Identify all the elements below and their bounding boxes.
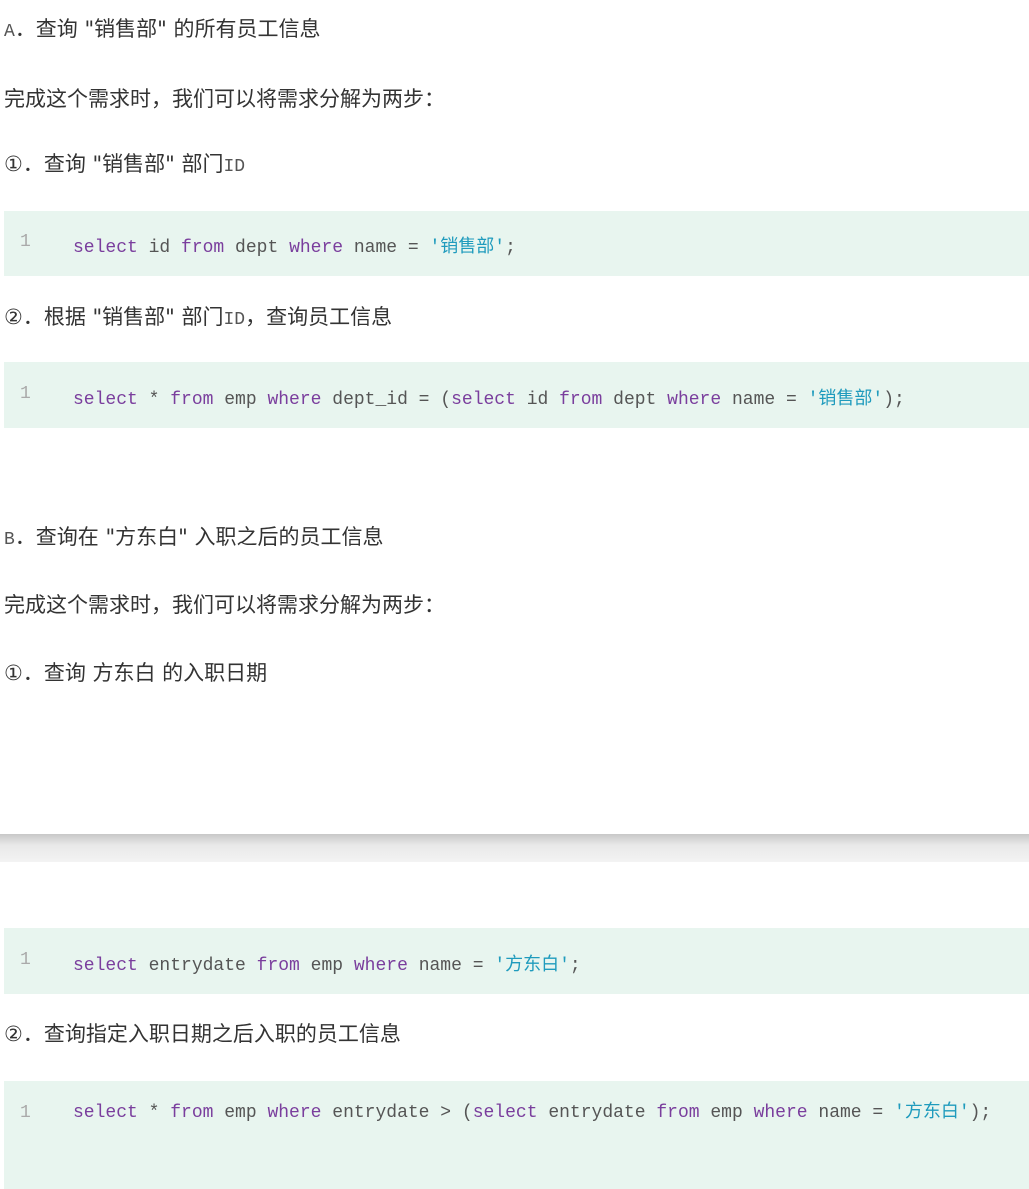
section-a-step2-text: ②．根据 "销售部" 部门 [4, 305, 224, 329]
kw-from: from [656, 1103, 700, 1123]
code-text: name = [807, 1103, 895, 1123]
code-text: emp [299, 956, 354, 976]
line-number: 1 [20, 1103, 31, 1123]
code-line: select id from dept where name = '销售部'; [73, 232, 1013, 258]
code-text: ); [969, 1103, 992, 1123]
kw-where: where [353, 956, 408, 976]
code-text: entrydate [137, 956, 257, 976]
code-text: entrydate [537, 1103, 657, 1123]
section-a-intro: 完成这个需求时，我们可以将需求分解为两步： [4, 87, 445, 111]
kw-select: select [451, 390, 516, 410]
section-b-label: B [4, 530, 15, 550]
section-a-step2-id: ID [223, 310, 246, 330]
section-a-step2: ②．根据 "销售部" 部门ID，查询员工信息 [4, 302, 392, 335]
code-string: '销售部' [807, 390, 884, 410]
line-number: 1 [20, 384, 31, 404]
code-line: select entrydate from emp where name = '… [73, 950, 1013, 976]
section-b-title: ．查询在 "方东白" 入职之后的员工信息 [14, 525, 384, 549]
code-text: name = [343, 238, 430, 258]
code-text: id [515, 390, 560, 410]
section-b-intro: 完成这个需求时，我们可以将需求分解为两步： [4, 593, 445, 617]
kw-select: select [73, 238, 138, 258]
code-text: dept_id = ( [321, 390, 452, 410]
code-block-b1: 1 select entrydate from emp where name =… [4, 928, 1029, 994]
section-a-label: A [4, 22, 15, 42]
code-text: * [137, 390, 171, 410]
kw-where: where [267, 1103, 322, 1123]
code-text: name = [407, 956, 495, 976]
code-text: id [137, 238, 182, 258]
kw-where: where [289, 238, 344, 258]
section-a-title: ．查询 "销售部" 的所有员工信息 [14, 17, 321, 41]
section-b-step1: ①．查询 方东白 的入职日期 [4, 661, 268, 685]
line-number: 1 [20, 232, 31, 252]
code-text: ); [883, 390, 905, 410]
kw-where: where [667, 390, 722, 410]
code-string: '方东白' [494, 956, 570, 976]
code-text: entrydate > ( [321, 1103, 473, 1123]
code-text: ; [569, 956, 581, 976]
kw-select: select [73, 1103, 138, 1123]
code-line: select * from emp where dept_id = (selec… [73, 384, 1013, 410]
kw-from: from [256, 956, 300, 976]
section-a-step2-tail: ，查询员工信息 [245, 305, 393, 329]
section-a-step1-suffix: ID [223, 157, 246, 177]
code-text: ; [505, 238, 516, 258]
kw-from: from [559, 390, 603, 410]
page-separator [0, 834, 1029, 862]
code-text: emp [699, 1103, 754, 1123]
section-a-step1: ①．查询 "销售部" 部门ID [4, 149, 245, 182]
code-text: * [137, 1103, 171, 1123]
code-text: emp [213, 390, 268, 410]
code-block-b2: 1 select * from emp where entrydate > (s… [4, 1081, 1029, 1189]
kw-select: select [472, 1103, 538, 1123]
code-text: dept [602, 390, 668, 410]
kw-from: from [170, 1103, 214, 1123]
code-string: '销售部' [429, 238, 506, 258]
section-b-step2: ②．查询指定入职日期之后入职的员工信息 [4, 1022, 401, 1046]
code-text: emp [213, 1103, 268, 1123]
kw-select: select [73, 390, 138, 410]
kw-from: from [170, 390, 214, 410]
kw-where: where [267, 390, 322, 410]
code-block-a1: 1 select id from dept where name = '销售部'… [4, 211, 1029, 276]
line-number: 1 [20, 950, 31, 970]
code-line: select * from emp where entrydate > (sel… [73, 1090, 1013, 1137]
code-text: dept [224, 238, 290, 258]
kw-where: where [753, 1103, 808, 1123]
code-string: '方东白' [894, 1103, 970, 1123]
section-a-heading: A．查询 "销售部" 的所有员工信息 [4, 14, 320, 47]
kw-select: select [73, 956, 138, 976]
section-b-heading: B．查询在 "方东白" 入职之后的员工信息 [4, 522, 383, 555]
code-text: name = [721, 390, 808, 410]
kw-from: from [181, 238, 225, 258]
section-a-step1-text: ①．查询 "销售部" 部门 [4, 152, 224, 176]
code-block-a2: 1 select * from emp where dept_id = (sel… [4, 362, 1029, 428]
